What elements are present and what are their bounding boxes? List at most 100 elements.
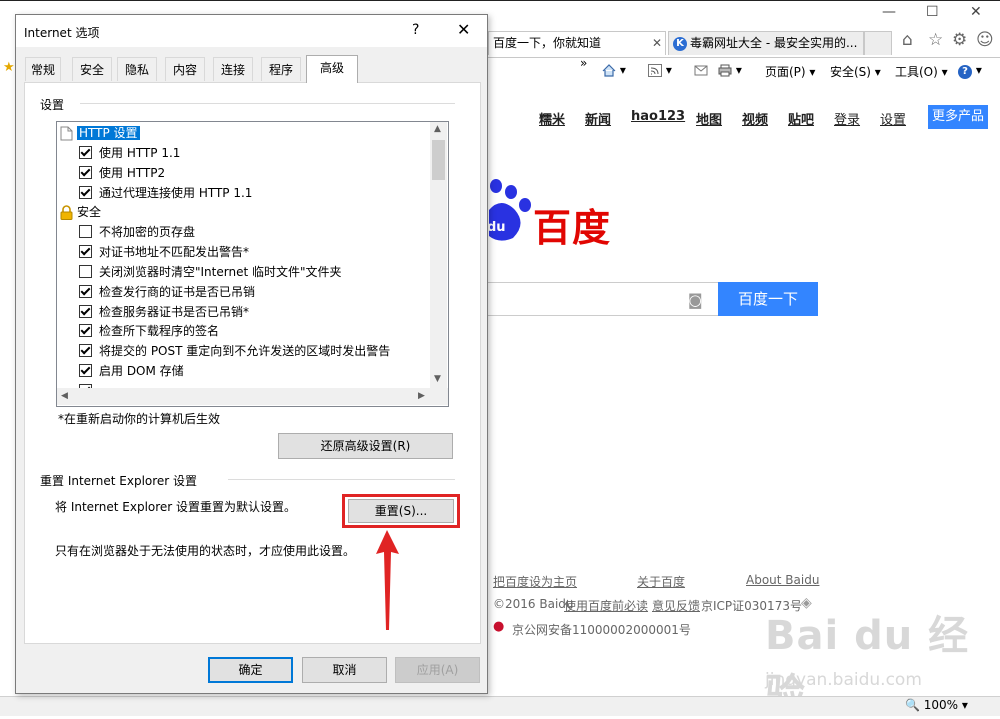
safety-menu[interactable]: 安全(S) ▾ [830, 63, 881, 80]
tab-privacy[interactable]: 隐私 [117, 57, 157, 81]
nav-nuomi[interactable]: 糯米 [539, 109, 565, 128]
horizontal-scrollbar[interactable] [57, 388, 448, 405]
page-menu[interactable]: 页面(P) ▾ [765, 63, 815, 80]
printer-icon [718, 64, 732, 77]
baidu-logo-text: 百度 [533, 205, 612, 250]
scroll-right-icon[interactable]: ▶ [418, 391, 425, 401]
set-homepage-link[interactable]: 把百度设为主页 [493, 573, 577, 590]
checkbox[interactable] [79, 146, 92, 159]
print-command[interactable]: ▾ [718, 63, 742, 77]
tab-title: 毒霸网址大全 - 最安全实用的... [690, 36, 858, 50]
setting-download-signatures[interactable]: 检查所下载程序的签名 [79, 322, 219, 340]
checkbox[interactable] [79, 166, 92, 179]
tab-connections[interactable]: 连接 [213, 57, 253, 81]
maximize-icon[interactable]: ☐ [926, 4, 939, 20]
nav-settings[interactable]: 设置 [880, 109, 906, 128]
new-tab-button[interactable] [864, 31, 892, 55]
highlight-box [342, 494, 460, 528]
feedback-link[interactable]: 意见反馈 [652, 597, 700, 614]
nav-tieba[interactable]: 贴吧 [788, 109, 814, 128]
scroll-thumb[interactable] [432, 140, 445, 180]
setting-dom-storage[interactable]: 启用 DOM 存储 [79, 362, 184, 380]
camera-icon[interactable]: ◙ [688, 291, 703, 309]
nav-map[interactable]: 地图 [696, 109, 722, 128]
tab-general[interactable]: 常规 [25, 57, 61, 81]
setting-server-revocation[interactable]: 检查服务器证书是否已吊销* [79, 303, 249, 321]
nav-hao123[interactable]: hao123 [631, 109, 685, 124]
settings-category-http[interactable]: HTTP 设置 [60, 124, 140, 142]
zoom-control[interactable]: 🔍 100% ▾ [905, 698, 968, 712]
tab-security[interactable]: 安全 [72, 57, 112, 81]
status-bar [0, 696, 1000, 716]
scroll-up-icon[interactable]: ▲ [434, 124, 441, 134]
rss-icon [648, 64, 662, 77]
nav-video[interactable]: 视频 [742, 109, 768, 128]
checkbox[interactable] [79, 186, 92, 199]
setting-publisher-revocation[interactable]: 检查发行商的证书是否已吊销 [79, 283, 255, 301]
about-baidu-en-link[interactable]: About Baidu [746, 573, 819, 587]
search-button[interactable]: 百度一下 [718, 282, 818, 316]
setting-proxy-http11[interactable]: 通过代理连接使用 HTTP 1.1 [79, 184, 252, 202]
settings-list[interactable]: HTTP 设置 使用 HTTP 1.1 使用 HTTP2 通过代理连接使用 HT… [56, 121, 449, 407]
more-products-button[interactable]: 更多产品 [928, 105, 988, 129]
nav-login[interactable]: 登录 [834, 109, 860, 128]
tab-baidu[interactable]: 百度一下，你就知道 [488, 31, 666, 55]
help-menu[interactable]: ? ▾ [958, 63, 982, 79]
divider [80, 103, 455, 104]
copyright-text: ©2016 Baidu [493, 597, 574, 611]
help-button[interactable]: ? [412, 22, 419, 38]
favorites-star-icon[interactable]: ☆ [928, 30, 943, 50]
checkbox[interactable] [79, 225, 92, 238]
restore-advanced-button[interactable]: 还原高级设置(R) [278, 433, 453, 459]
home-icon [602, 64, 616, 77]
favorites-icon[interactable]: ★ [3, 60, 15, 75]
setting-http11[interactable]: 使用 HTTP 1.1 [79, 144, 180, 162]
settings-category-security[interactable]: 安全 [60, 203, 101, 221]
checkbox[interactable] [79, 364, 92, 377]
mail-command[interactable] [694, 63, 708, 77]
scroll-left-icon[interactable]: ◀ [61, 391, 68, 401]
about-baidu-link[interactable]: 关于百度 [637, 573, 685, 590]
tab-content[interactable]: 内容 [165, 57, 205, 81]
feeds-command[interactable]: ▾ [648, 63, 672, 77]
police-record-text: 京公网安备11000002000001号 [512, 623, 691, 637]
checkbox[interactable] [79, 344, 92, 357]
checkbox[interactable] [79, 245, 92, 258]
reset-group-label: 重置 Internet Explorer 设置 [40, 472, 204, 489]
setting-http2[interactable]: 使用 HTTP2 [79, 164, 165, 182]
window-close-icon[interactable]: ✕ [970, 4, 982, 20]
apply-button[interactable]: 应用(A) [395, 657, 480, 683]
police-badge-icon: ● [493, 619, 505, 634]
setting-empty-temp-files[interactable]: 关闭浏览器时清空"Internet 临时文件"文件夹 [79, 263, 342, 281]
tools-menu[interactable]: 工具(O) ▾ [895, 63, 948, 80]
tab-programs[interactable]: 程序 [261, 57, 301, 81]
checkbox[interactable] [79, 324, 92, 337]
tab-advanced[interactable]: 高级 [306, 55, 358, 83]
checkbox[interactable] [79, 285, 92, 298]
checkbox[interactable] [79, 265, 92, 278]
setting-post-redirect-warning[interactable]: 将提交的 POST 重定向到不允许发送的区域时发出警告 [79, 342, 390, 360]
home-icon[interactable]: ⌂ [902, 30, 913, 50]
tab-close-icon[interactable]: ✕ [652, 36, 662, 50]
checkbox[interactable] [79, 305, 92, 318]
setting-no-save-encrypted[interactable]: 不将加密的页存盘 [79, 223, 195, 241]
watermark-url: jingyan.baidu.com [765, 670, 922, 690]
smiley-icon[interactable]: ☺ [976, 30, 994, 50]
cancel-button[interactable]: 取消 [302, 657, 387, 683]
dialog-close-button[interactable]: ✕ [457, 20, 470, 39]
dialog-title: Internet 选项 [24, 26, 100, 40]
nav-news[interactable]: 新闻 [585, 109, 611, 128]
home-command[interactable]: ▾ [602, 63, 626, 77]
ok-button[interactable]: 确定 [208, 657, 293, 683]
tab-title: 百度一下，你就知道 [493, 36, 602, 50]
logo-du-text: du [487, 220, 506, 235]
tab-duba[interactable]: K 毒霸网址大全 - 最安全实用的... [668, 31, 864, 55]
gear-icon[interactable]: ⚙ [952, 30, 967, 50]
scroll-down-icon[interactable]: ▼ [434, 374, 441, 384]
setting-cert-mismatch[interactable]: 对证书地址不匹配发出警告* [79, 243, 249, 261]
must-read-link[interactable]: 使用百度前必读 [564, 597, 648, 614]
search-input[interactable] [487, 282, 719, 316]
reset-description: 将 Internet Explorer 设置重置为默认设置。 [55, 500, 297, 514]
chevron-more-icon[interactable]: » [580, 56, 587, 70]
minimize-icon[interactable]: — [882, 4, 896, 20]
